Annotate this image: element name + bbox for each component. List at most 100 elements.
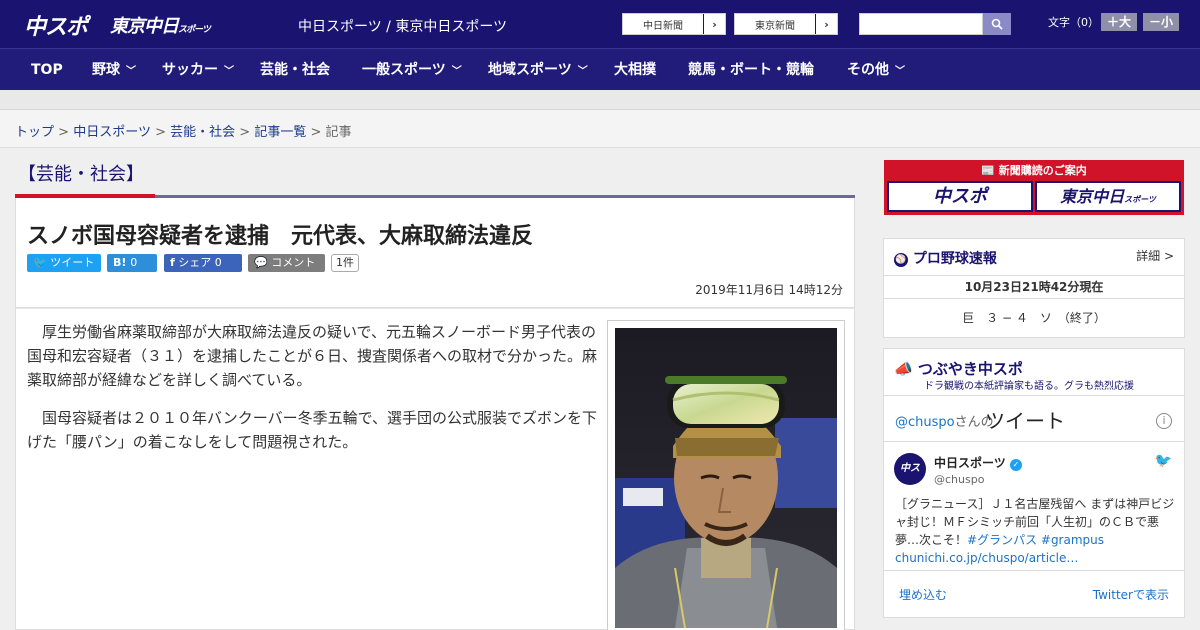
chevron-down-icon: ﹀ xyxy=(577,66,588,77)
chunichi-shimbun-label: 中日新聞 xyxy=(643,20,683,32)
hatena-count: 0 xyxy=(130,256,138,269)
twitter-widget: 📣 つぶやき中スポ ドラ観戦の本紙評論家も語る。グラも熱烈応援 @chuspoさ… xyxy=(883,348,1185,618)
twitter-handle-link[interactable]: @chuspo xyxy=(895,415,955,430)
twitter-bird-icon: 🐦 xyxy=(33,256,47,269)
nav-label: TOP xyxy=(31,62,63,78)
twitter-widget-heading: ツイート xyxy=(985,409,1065,433)
font-larger-button[interactable]: ＋大 xyxy=(1101,13,1138,31)
article-paragraph-1: 厚生労働省麻薬取締部が大麻取締法違反の疑いで、元五輪スノーボード男子代表の国母和… xyxy=(27,323,598,389)
nav-label: サッカー xyxy=(162,62,218,78)
facebook-icon: f xyxy=(170,256,175,269)
tweet-account-name[interactable]: 中日スポーツ ✓ xyxy=(934,454,1022,471)
baseball-details-link[interactable]: 詳細 > xyxy=(1136,247,1174,264)
verified-badge-icon: ✓ xyxy=(1009,459,1022,471)
facebook-share-label: シェア xyxy=(178,256,212,269)
info-icon[interactable]: i xyxy=(1156,413,1172,429)
nav-item-top[interactable]: TOP xyxy=(31,49,63,91)
twitter-bird-icon[interactable]: 🐦 xyxy=(1155,453,1172,469)
divider xyxy=(884,395,1184,396)
chevron-down-icon: ﹀ xyxy=(224,66,234,77)
tweets-subtitle: ドラ観戦の本紙評論家も語る。グラも熱烈応援 xyxy=(924,381,1134,392)
chevron-down-icon: ﹀ xyxy=(895,66,905,77)
breadcrumb-separator: > xyxy=(58,125,70,140)
site-title[interactable]: 中日スポーツ / 東京中日スポーツ xyxy=(298,16,507,36)
nav-item-entertainment[interactable]: 芸能・社会 xyxy=(260,49,330,91)
breadcrumb-separator: > xyxy=(239,125,251,140)
subscription-title: 📰 新聞購読のご案内 xyxy=(884,162,1184,178)
baseball-scores-title: ⚾ プロ野球速報 xyxy=(894,248,997,268)
athlete-portrait-image xyxy=(615,328,837,628)
nav-label: 一般スポーツ xyxy=(362,62,446,78)
nav-item-baseball[interactable]: 野球 ﹀ xyxy=(92,49,136,91)
baseball-timestamp: 10月23日21時42分現在 xyxy=(884,275,1184,299)
nav-item-soccer[interactable]: サッカー ﹀ xyxy=(162,49,234,91)
nav-label: 芸能・社会 xyxy=(260,62,330,78)
breadcrumb-bar: トップ > 中日スポーツ > 芸能・社会 > 記事一覧 > 記事 xyxy=(0,110,1200,148)
article-paragraph-2: 国母容疑者は２０１０年バンクーバー冬季五輪で、選手団の公式服装でズボンを下げた「… xyxy=(27,409,598,451)
ad-strip xyxy=(0,90,1200,110)
logo-tokyo-chunichi[interactable]: 東京中日スポーツ xyxy=(110,12,211,38)
embed-link[interactable]: 埋め込む xyxy=(899,586,947,603)
article-photo-frame xyxy=(607,320,845,630)
speech-bubble-icon: 💬 xyxy=(254,256,268,269)
font-smaller-button[interactable]: －小 xyxy=(1143,13,1180,31)
avatar[interactable]: 中ス xyxy=(894,453,926,485)
search-button[interactable] xyxy=(983,13,1011,35)
nav-item-other[interactable]: その他 ﹀ xyxy=(847,49,905,91)
nav-item-sumo[interactable]: 大相撲 xyxy=(614,49,656,91)
facebook-share-count: 0 xyxy=(214,256,222,269)
breadcrumb-top[interactable]: トップ xyxy=(15,125,54,140)
nav-label: 地域スポーツ xyxy=(488,62,572,78)
article-body: 厚生労働省麻薬取締部が大麻取締法違反の疑いで、元五輪スノーボード男子代表の国母和… xyxy=(15,308,855,630)
chevron-right-icon: › xyxy=(703,14,725,34)
subscribe-tokyo-chunichi-button[interactable]: 東京中日スポーツ xyxy=(1035,181,1181,212)
tweet-account-name-text: 中日スポーツ xyxy=(934,456,1006,470)
nav-label: 大相撲 xyxy=(614,62,656,78)
subscription-title-text: 新聞購読のご案内 xyxy=(998,164,1087,177)
comment-button[interactable]: 💬 コメント xyxy=(248,254,325,272)
hatena-icon: B! xyxy=(113,256,127,269)
nav-item-local-sports[interactable]: 地域スポーツ ﹀ xyxy=(488,49,588,91)
tweet-button[interactable]: 🐦 ツイート xyxy=(27,254,101,272)
tokyo-shimbun-link[interactable]: 東京新聞 › xyxy=(734,13,838,35)
subscription-banner: 📰 新聞購読のご案内 中スポ 東京中日スポーツ xyxy=(884,160,1184,215)
site-header: 中スポ 東京中日スポーツ 中日スポーツ / 東京中日スポーツ 中日新聞 › 東京… xyxy=(0,0,1200,48)
chevron-right-icon: › xyxy=(815,14,837,34)
tweet-label: ツイート xyxy=(50,256,95,269)
tweet-link[interactable]: chunichi.co.jp/chuspo/article… xyxy=(895,551,1078,565)
chevron-down-icon: ﹀ xyxy=(126,66,136,77)
tokyo-shimbun-label: 東京新聞 xyxy=(755,20,795,32)
logo-tokyo-chunichi-small: スポーツ xyxy=(178,25,211,35)
baseball-score-line[interactable]: 巨 ３ − ４ ソ （終了） xyxy=(884,309,1184,326)
hatena-bookmark-button[interactable]: B! 0 xyxy=(107,254,157,272)
tweet-text: ［グラニュース］Ｊ１名古屋残留へ まずは神戸ビジャ封じ！ＭＦシミッチ前回「人生初… xyxy=(895,495,1175,567)
breadcrumb-entertainment[interactable]: 芸能・社会 xyxy=(170,125,235,140)
category-heading: 【芸能・社会】 xyxy=(18,164,144,185)
breadcrumb-current: 記事 xyxy=(325,125,352,140)
nav-item-racing[interactable]: 競馬・ボート・競輪 xyxy=(688,49,814,91)
nav-label: 競馬・ボート・競輪 xyxy=(688,62,814,78)
article-photo[interactable] xyxy=(615,328,837,628)
logo-tokyo-chunichi-text: 東京中日 xyxy=(110,16,179,37)
search-input[interactable] xyxy=(859,13,983,35)
subscribe-chuspo-button[interactable]: 中スポ xyxy=(887,181,1033,212)
breadcrumb-article-list[interactable]: 記事一覧 xyxy=(254,125,306,140)
subscribe-tokyo-chunichi-label: 東京中日 xyxy=(1060,187,1125,206)
breadcrumb-separator: > xyxy=(310,125,322,140)
logo-chuspo[interactable]: 中スポ xyxy=(24,9,88,41)
megaphone-icon: 📣 xyxy=(894,360,913,378)
breadcrumb: トップ > 中日スポーツ > 芸能・社会 > 記事一覧 > 記事 xyxy=(15,121,352,140)
publish-date: 2019年11月6日 14時12分 xyxy=(695,283,843,297)
divider xyxy=(884,441,1184,442)
tweet-hashtags[interactable]: #グランパス #grampus xyxy=(967,533,1104,547)
chunichi-shimbun-link[interactable]: 中日新聞 › xyxy=(622,13,726,35)
tweet-account-handle[interactable]: @chuspo xyxy=(934,473,984,486)
breadcrumb-separator: > xyxy=(155,125,166,140)
main-nav: TOP 野球 ﹀ サッカー ﹀ 芸能・社会 一般スポーツ ﹀ 地域スポーツ ﹀ 大相撲 … xyxy=(0,48,1200,90)
twitter-handle-heading: @chuspoさんの xyxy=(895,411,994,430)
facebook-share-button[interactable]: f シェア 0 xyxy=(164,254,242,272)
nav-item-general-sports[interactable]: 一般スポーツ ﹀ xyxy=(362,49,462,91)
chevron-down-icon: ﹀ xyxy=(451,66,462,77)
breadcrumb-chunichi-sports[interactable]: 中日スポーツ xyxy=(73,125,151,140)
view-on-twitter-link[interactable]: Twitterで表示 xyxy=(1093,586,1169,603)
